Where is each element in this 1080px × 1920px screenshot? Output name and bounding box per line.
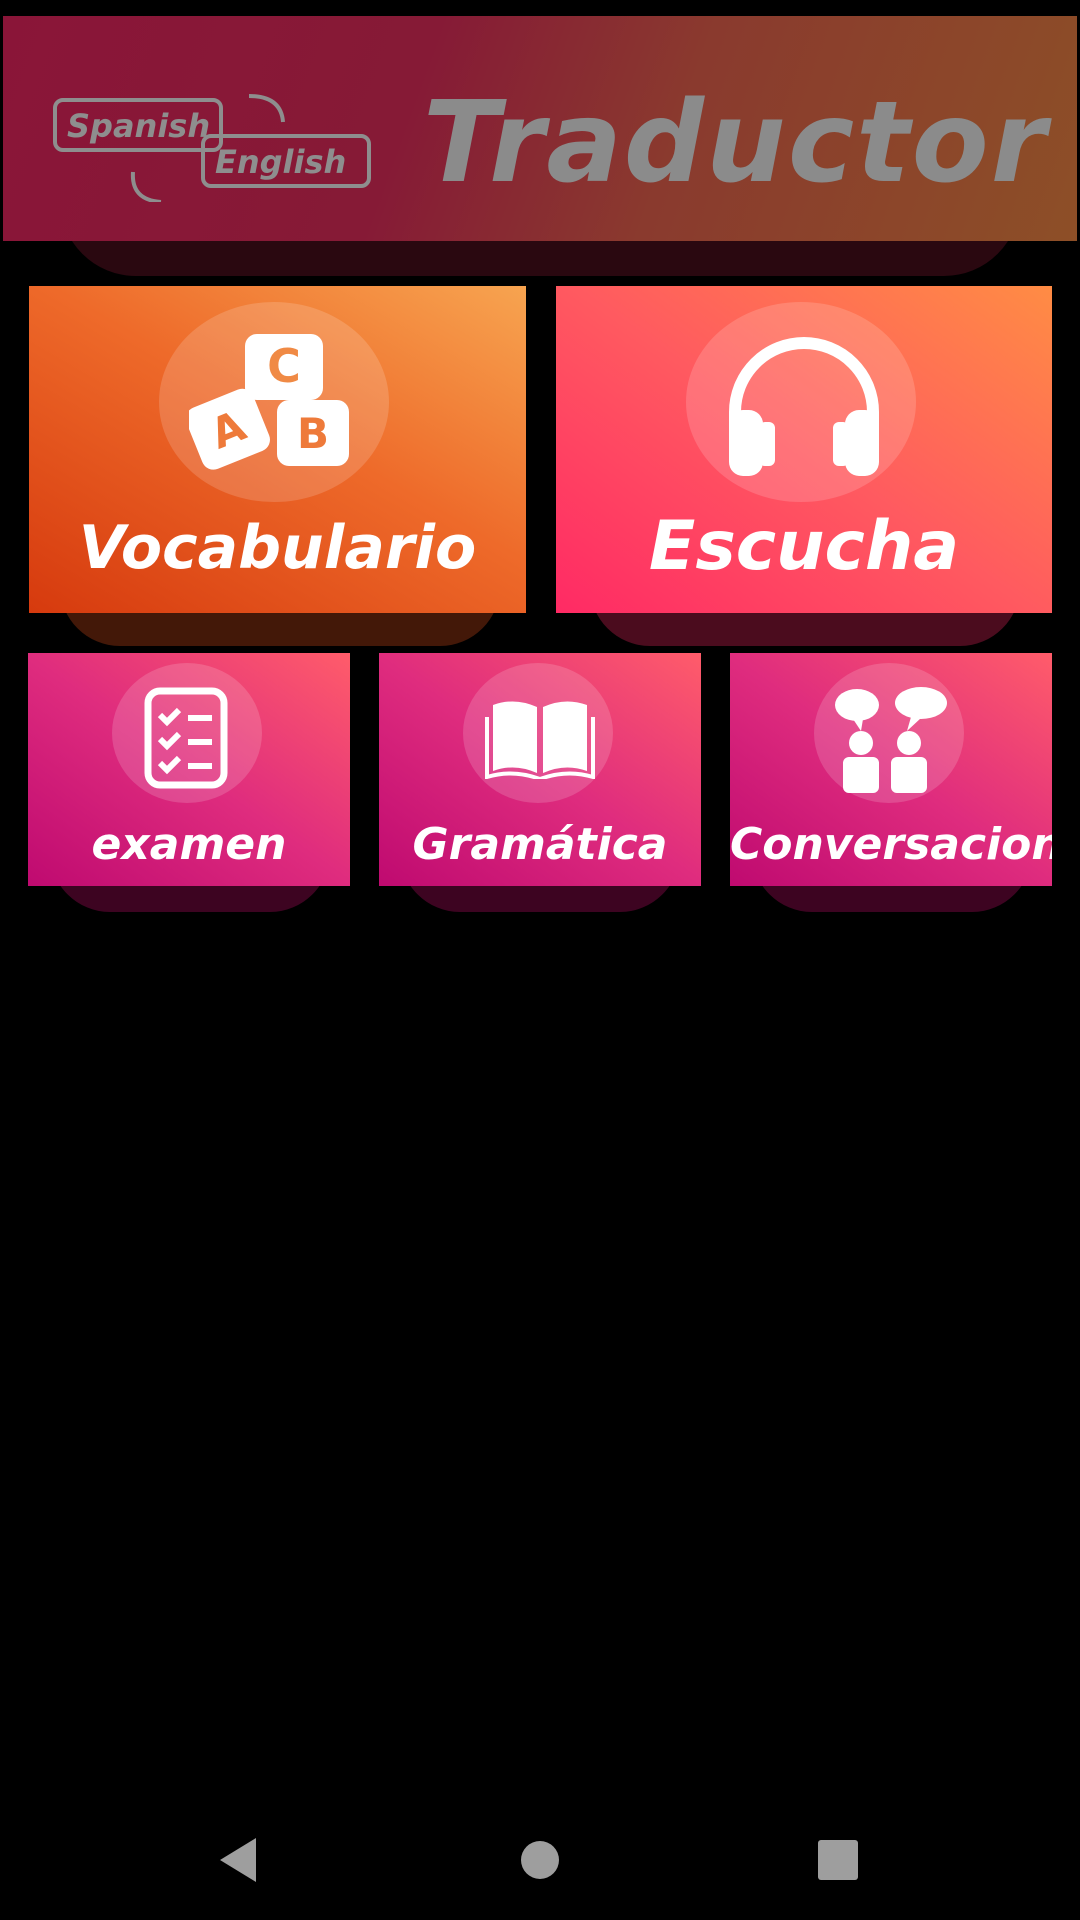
recents-icon bbox=[818, 1840, 858, 1880]
examen-tile[interactable]: examen bbox=[28, 653, 350, 886]
headphones-icon bbox=[729, 337, 879, 476]
escucha-tile[interactable]: Escucha bbox=[556, 286, 1052, 613]
vocabulario-tile[interactable]: C A B Vocabulario bbox=[29, 286, 526, 613]
checklist-icon bbox=[144, 687, 228, 789]
recents-button[interactable] bbox=[808, 1830, 868, 1890]
gramatica-tile[interactable]: Gramática bbox=[379, 653, 701, 886]
home-button[interactable] bbox=[510, 1830, 570, 1890]
back-button[interactable] bbox=[210, 1830, 270, 1890]
conversacion-tile[interactable]: Conversacion bbox=[730, 653, 1052, 886]
english-label: English bbox=[201, 134, 371, 188]
gramatica-label: Gramática bbox=[412, 819, 668, 870]
back-icon bbox=[220, 1838, 256, 1882]
examen-label: examen bbox=[91, 819, 287, 870]
app-title: Traductor bbox=[423, 78, 1048, 208]
conversation-icon bbox=[835, 687, 947, 793]
home-screen: Spanish English Traductor C A B Vocabula… bbox=[0, 0, 1080, 1920]
svg-text:C: C bbox=[267, 339, 301, 393]
header-banner: Spanish English Traductor bbox=[3, 16, 1077, 241]
spanish-label: Spanish bbox=[53, 98, 223, 152]
escucha-label: Escucha bbox=[648, 507, 960, 586]
open-book-icon bbox=[485, 701, 595, 779]
home-icon bbox=[521, 1841, 559, 1879]
vocabulario-label: Vocabulario bbox=[78, 513, 477, 583]
spanish-english-logo: Spanish English bbox=[49, 92, 379, 202]
abc-blocks-icon: C A B bbox=[189, 334, 349, 470]
conversacion-label: Conversacion bbox=[730, 819, 1052, 870]
svg-text:B: B bbox=[297, 409, 329, 458]
system-nav-bar bbox=[0, 1800, 1080, 1920]
